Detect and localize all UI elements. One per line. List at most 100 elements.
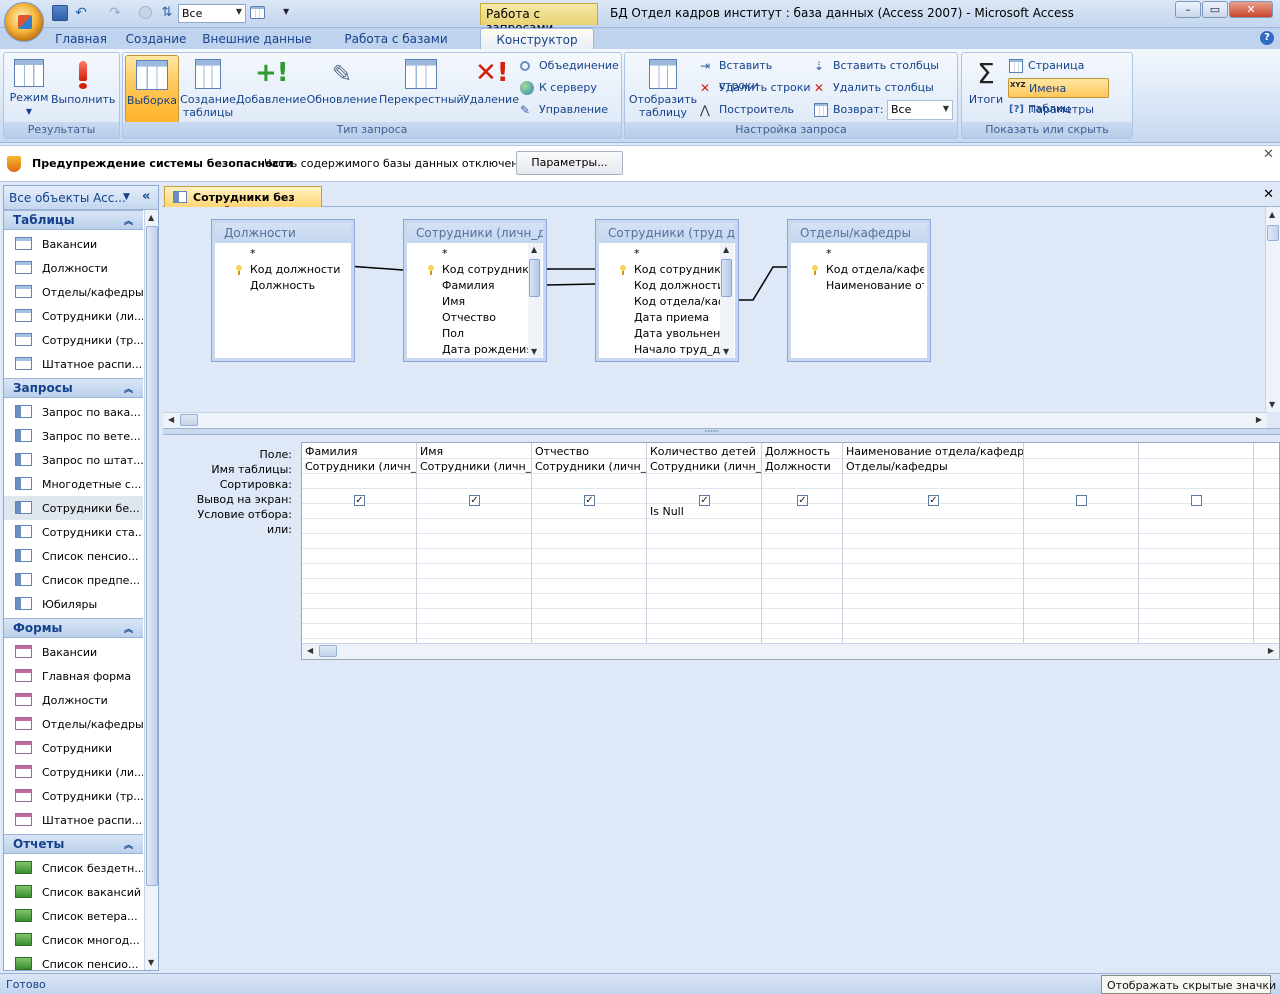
chevron-up-icon[interactable]: ︽: [124, 214, 133, 227]
grid-field-cell[interactable]: Фамилия: [305, 445, 416, 458]
grid-field-cell[interactable]: Должность: [765, 445, 842, 458]
nav-section-queries[interactable]: Запросы ︽: [4, 378, 143, 398]
return-combo[interactable]: Все ▼: [887, 100, 953, 120]
grid-column[interactable]: [1254, 443, 1279, 643]
maximize-button[interactable]: ▭: [1202, 1, 1228, 18]
table-box-employees-personal[interactable]: Сотрудники (личн_д... * Код сотрудника Фами…: [403, 219, 547, 362]
collapse-pane-icon[interactable]: «: [142, 189, 150, 204]
table-field[interactable]: Код сотрудника: [442, 263, 528, 276]
crosstab-query-button[interactable]: Перекрестный: [379, 55, 464, 123]
close-window-button[interactable]: ✕: [1229, 1, 1273, 18]
show-checkbox[interactable]: ✓: [354, 495, 365, 506]
table-field[interactable]: Начало труд_де: [634, 343, 720, 356]
nav-item[interactable]: Список предпе...: [4, 568, 143, 592]
select-query-button[interactable]: Выборка: [125, 55, 179, 123]
scroll-thumb[interactable]: [180, 414, 198, 426]
update-query-button[interactable]: ✎ Обновление: [306, 55, 378, 123]
nav-header[interactable]: Все объекты Acc... ▼ «: [4, 186, 158, 210]
delete-rows-button[interactable]: ✕ Удалить строки: [699, 78, 811, 98]
scroll-up-icon[interactable]: ▲: [1269, 210, 1275, 219]
nav-section-forms[interactable]: Формы ︽: [4, 618, 143, 638]
grid-horizontal-scrollbar[interactable]: ◀ ▶: [302, 643, 1279, 659]
nav-section-reports[interactable]: Отчеты ︽: [4, 834, 143, 854]
nav-item[interactable]: Список пенсио...: [4, 544, 143, 568]
datasheet-icon[interactable]: [250, 6, 265, 19]
grid-criteria-cell[interactable]: Is Null: [650, 505, 761, 518]
chevron-down-icon[interactable]: ▼: [123, 192, 130, 202]
show-checkbox[interactable]: [1191, 495, 1202, 506]
grid-column[interactable]: [1139, 443, 1254, 643]
office-button[interactable]: [4, 2, 44, 42]
scroll-up-icon[interactable]: ▲: [723, 245, 729, 254]
scroll-thumb[interactable]: [721, 259, 732, 297]
table-field[interactable]: *: [250, 247, 348, 260]
document-tab[interactable]: Сотрудники без детей: [164, 186, 322, 217]
table-field[interactable]: Код сотрудника: [634, 263, 720, 276]
nav-item[interactable]: Список бездетн...: [4, 856, 143, 880]
tab-create[interactable]: Создание: [120, 28, 192, 50]
nav-item[interactable]: Отделы/кафедры: [4, 712, 143, 736]
table-box-departments[interactable]: Отделы/кафедры * Код отдела/кафедр Наименов…: [787, 219, 931, 362]
nav-section-tables[interactable]: Таблицы ︽: [4, 210, 143, 230]
nav-item[interactable]: Сотрудники бе...: [4, 496, 143, 520]
grid-column[interactable]: Имя Сотрудники (личн_да ✓: [417, 443, 532, 643]
grid-table-cell[interactable]: Должности: [765, 460, 842, 473]
table-field[interactable]: Пол: [442, 327, 528, 340]
grid-column[interactable]: [1024, 443, 1139, 643]
union-query-button[interactable]: Объединение: [519, 56, 619, 76]
scroll-left-icon[interactable]: ◀: [307, 646, 313, 655]
append-query-button[interactable]: +! Добавление: [236, 55, 306, 123]
scroll-thumb[interactable]: [1267, 225, 1279, 241]
table-field[interactable]: Должность: [250, 279, 348, 292]
grid-table-cell[interactable]: Сотрудники (личн_да: [305, 460, 416, 473]
scroll-down-icon[interactable]: ▼: [148, 958, 154, 967]
nav-item[interactable]: Отделы/кафедры: [4, 280, 143, 304]
make-table-button[interactable]: Создание таблицы: [180, 55, 236, 123]
table-field[interactable]: Наименование отд: [826, 279, 924, 292]
options-button[interactable]: Параметры...: [516, 151, 623, 175]
nav-item[interactable]: Сотрудники (тр...: [4, 328, 143, 352]
scroll-up-icon[interactable]: ▲: [148, 213, 154, 222]
table-field[interactable]: Код отдела/кафедр: [826, 263, 924, 276]
nav-item[interactable]: Сотрудники (ли...: [4, 304, 143, 328]
nav-item[interactable]: Сотрудники (ли...: [4, 760, 143, 784]
table-field[interactable]: *: [634, 247, 720, 260]
nav-item[interactable]: Запрос по вака...: [4, 400, 143, 424]
table-box-scrollbar[interactable]: ▲ ▼: [720, 243, 734, 358]
passthrough-query-button[interactable]: К серверу: [519, 78, 619, 98]
scroll-down-icon[interactable]: ▼: [1269, 400, 1275, 409]
parameters-button[interactable]: [?] Параметры: [1008, 100, 1132, 120]
delete-columns-button[interactable]: ✕ Удалить столбцы: [813, 78, 955, 98]
table-field[interactable]: Имя: [442, 295, 528, 308]
show-checkbox[interactable]: [1076, 495, 1087, 506]
minimize-button[interactable]: –: [1175, 1, 1201, 18]
run-button[interactable]: Выполнить: [51, 55, 115, 121]
scroll-thumb[interactable]: [319, 645, 337, 657]
table-box-title[interactable]: Сотрудники (труд де...: [599, 223, 735, 243]
grid-column[interactable]: Наименование отдела/кафедры Отделы/кафедр…: [843, 443, 1024, 643]
show-checkbox[interactable]: ✓: [584, 495, 595, 506]
nav-item[interactable]: Многодетные с...: [4, 472, 143, 496]
scroll-up-icon[interactable]: ▲: [531, 245, 537, 254]
table-field[interactable]: Дата приема: [634, 311, 720, 324]
chevron-up-icon[interactable]: ︽: [124, 838, 133, 851]
show-checkbox[interactable]: ✓: [797, 495, 808, 506]
table-field[interactable]: Дата увольнения: [634, 327, 720, 340]
chevron-up-icon[interactable]: ︽: [124, 382, 133, 395]
nav-scrollbar[interactable]: ▲ ▼: [144, 210, 158, 970]
nav-scroll-thumb[interactable]: [146, 226, 158, 886]
nav-item[interactable]: Список ветера...: [4, 904, 143, 928]
tab-external-data[interactable]: Внешние данные: [200, 28, 314, 50]
grid-field-cell[interactable]: Имя: [420, 445, 531, 458]
nav-item[interactable]: Должности: [4, 688, 143, 712]
redo-icon[interactable]: ↷: [107, 5, 123, 21]
view-button[interactable]: Режим ▼: [7, 55, 51, 121]
table-box-title[interactable]: Должности: [215, 223, 351, 243]
close-document-icon[interactable]: ✕: [1263, 188, 1274, 201]
table-box-scrollbar[interactable]: ▲ ▼: [528, 243, 542, 358]
scroll-down-icon[interactable]: ▼: [723, 347, 729, 356]
grid-column[interactable]: Количество детейСотрудники (личн_да✓Is N…: [647, 443, 762, 643]
grid-field-cell[interactable]: Наименование отдела/кафедры: [846, 445, 1023, 458]
qat-filter-combo[interactable]: Все ▼: [178, 4, 246, 23]
nav-item[interactable]: Список вакансий: [4, 880, 143, 904]
